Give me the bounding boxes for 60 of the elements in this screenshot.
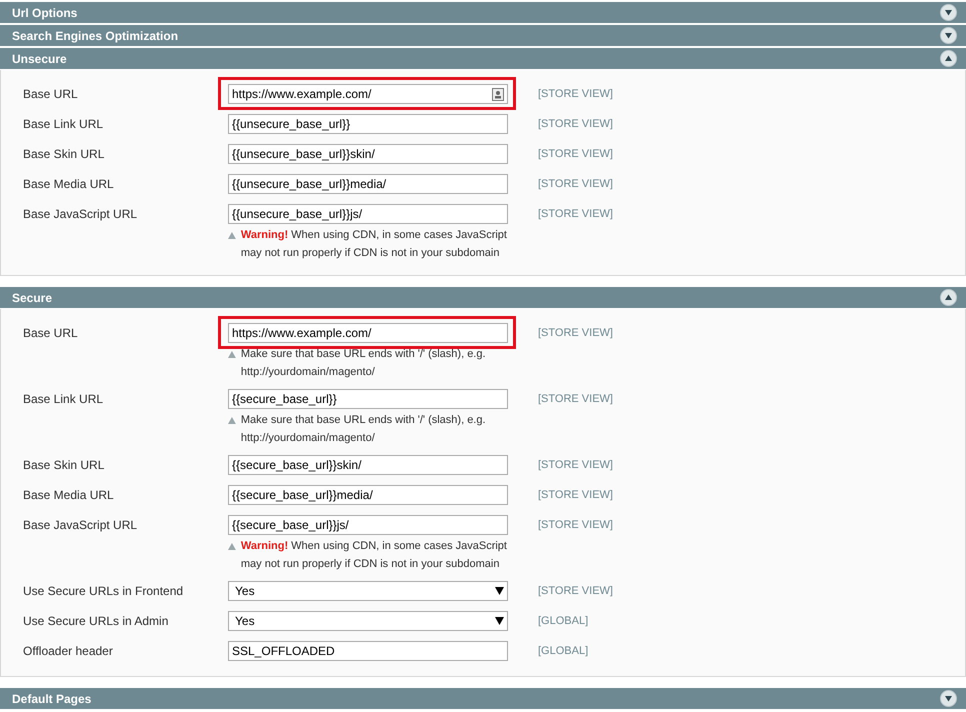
input-field[interactable]: {{unsecure_base_url}}skin/ <box>228 144 508 164</box>
expand-icon[interactable] <box>940 4 957 21</box>
input-field[interactable]: {{secure_base_url}}media/ <box>228 485 508 505</box>
dropdown-arrow-icon <box>495 617 504 625</box>
section-header[interactable]: Unsecure <box>0 48 966 70</box>
collapse-icon[interactable] <box>940 50 957 67</box>
scope-label: [STORE VIEW] <box>538 326 614 341</box>
warning-text: Warning! When using CDN, in some cases JavaScript may not run properly if CDN is not in your subdomain <box>240 539 508 572</box>
input-field[interactable]: https://www.example.com/ <box>228 323 508 343</box>
field-label: Use Secure URLs in Admin <box>23 613 170 630</box>
select-field[interactable]: Yes <box>228 581 508 601</box>
warning-text: Warning! When using CDN, in some cases JavaScript may not run properly if CDN is not in your subdomain <box>240 228 508 261</box>
input-field[interactable]: {{unsecure_base_url}}js/ <box>228 204 508 224</box>
dropdown-arrow-icon <box>495 587 504 595</box>
section-header[interactable]: Default Pages <box>0 688 966 710</box>
contact-card-icon[interactable] <box>492 88 504 100</box>
scope-label: [GLOBAL] <box>538 644 590 659</box>
section-header[interactable]: Secure <box>0 287 966 309</box>
input-field[interactable]: {{unsecure_base_url}}media/ <box>228 174 508 194</box>
input-field[interactable]: {{secure_base_url}}skin/ <box>228 455 508 475</box>
input-field[interactable]: {{secure_base_url}} <box>228 389 508 409</box>
field-label: Base URL <box>23 325 79 342</box>
hint-text: Make sure that base URL ends with '/' (slash), e.g. http://yourdomain/magento/ <box>240 413 487 446</box>
collapse-icon[interactable] <box>940 289 957 306</box>
scope-label: [STORE VIEW] <box>538 488 614 503</box>
input-field[interactable]: https://www.example.com/ <box>228 84 508 104</box>
hint-text: Make sure that base URL ends with '/' (slash), e.g. http://yourdomain/magento/ <box>240 347 487 380</box>
scope-label: [STORE VIEW] <box>538 458 614 473</box>
field-label: Base JavaScript URL <box>23 206 138 223</box>
triangle-icon <box>228 351 236 358</box>
triangle-icon <box>228 543 236 550</box>
scope-label: [STORE VIEW] <box>538 87 614 102</box>
section-header[interactable]: Url Options <box>0 2 966 24</box>
field-label: Base Media URL <box>23 487 115 504</box>
field-label: Use Secure URLs in Frontend <box>23 583 184 600</box>
scope-label: [STORE VIEW] <box>538 518 614 533</box>
field-label: Base URL <box>23 86 79 103</box>
select-field[interactable]: Yes <box>228 611 508 631</box>
scope-label: [STORE VIEW] <box>538 177 614 192</box>
field-label: Base Media URL <box>23 176 115 193</box>
expand-icon[interactable] <box>940 690 957 707</box>
field-label: Base Skin URL <box>23 146 106 163</box>
field-label: Base Link URL <box>23 391 104 408</box>
scope-label: [STORE VIEW] <box>538 392 614 407</box>
triangle-icon <box>228 417 236 424</box>
triangle-icon <box>228 232 236 239</box>
section-header[interactable]: Search Engines Optimization <box>0 25 966 47</box>
field-label: Base Skin URL <box>23 457 106 474</box>
field-label: Base JavaScript URL <box>23 517 138 534</box>
scope-label: [GLOBAL] <box>538 614 590 629</box>
scope-label: [STORE VIEW] <box>538 207 614 222</box>
scope-label: [STORE VIEW] <box>538 147 614 162</box>
field-label: Base Link URL <box>23 116 104 133</box>
input-field[interactable]: SSL_OFFLOADED <box>228 641 508 661</box>
field-label: Offloader header <box>23 643 114 660</box>
scope-label: [STORE VIEW] <box>538 117 614 132</box>
input-field[interactable]: {{unsecure_base_url}} <box>228 114 508 134</box>
expand-icon[interactable] <box>940 27 957 44</box>
input-field[interactable]: {{secure_base_url}}js/ <box>228 515 508 535</box>
scope-label: [STORE VIEW] <box>538 584 614 599</box>
